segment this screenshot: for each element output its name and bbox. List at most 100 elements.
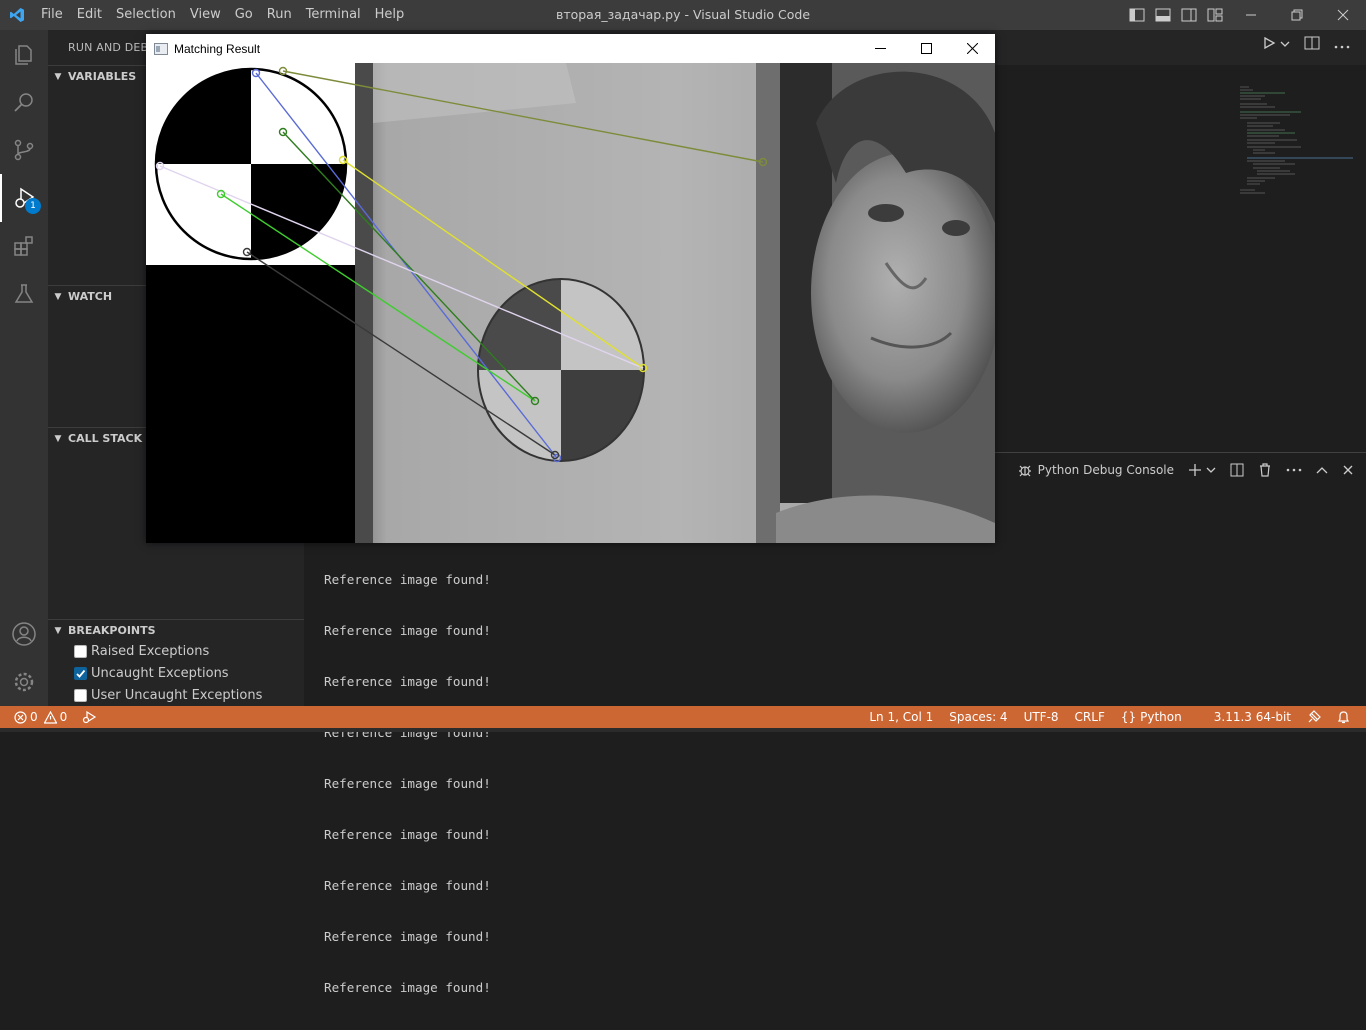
chevron-down-icon: ▼ (54, 291, 62, 302)
chevron-down-icon: ▼ (54, 71, 62, 82)
maximize-panel-icon[interactable] (1316, 465, 1328, 475)
customize-layout-icon[interactable] (1202, 0, 1228, 30)
breakpoint-uncaught-exceptions[interactable]: Uncaught Exceptions (74, 662, 229, 684)
debug-console-selector[interactable]: Python Debug Console (1017, 462, 1174, 478)
explorer-icon[interactable] (0, 30, 48, 78)
menu-edit[interactable]: Edit (70, 0, 109, 30)
debug-console-icon (1017, 462, 1033, 478)
testing-icon[interactable] (0, 270, 48, 318)
status-bar: 0 0 Ln 1, Col 1 Spaces: 4 UTF-8 CRLF {} … (0, 706, 1366, 728)
console-line: Reference image found! (324, 878, 491, 893)
breakpoint-user-uncaught-exceptions[interactable]: User Uncaught Exceptions (74, 684, 262, 706)
extensions-icon[interactable] (0, 222, 48, 270)
matching-window-titlebar[interactable]: Matching Result (146, 34, 995, 63)
camera-scene-image (355, 63, 995, 543)
section-watch-label: WATCH (68, 290, 113, 303)
warning-count: 0 (59, 710, 68, 724)
menu-go[interactable]: Go (228, 0, 260, 30)
close-panel-icon[interactable] (1342, 464, 1354, 476)
warning-icon (43, 710, 57, 724)
close-icon[interactable] (949, 34, 995, 63)
feature-matching-image (146, 63, 995, 543)
run-debug-icon[interactable]: 1 (0, 174, 48, 222)
account-icon[interactable] (0, 610, 48, 658)
console-line: Reference image found! (324, 623, 491, 638)
breakpoint-raised-exceptions[interactable]: Raised Exceptions (74, 640, 209, 662)
menu-file[interactable]: File (34, 0, 70, 30)
menu-view[interactable]: View (183, 0, 228, 30)
chevron-down-icon[interactable] (1280, 38, 1290, 53)
more-actions-icon[interactable] (1286, 468, 1302, 472)
new-terminal-icon[interactable] (1188, 463, 1216, 477)
problems-status[interactable]: 0 0 (14, 710, 67, 724)
chevron-down-icon: ▼ (54, 433, 62, 444)
title-bar: File Edit Selection View Go Run Terminal… (0, 0, 1366, 30)
chevron-down-icon: ▼ (54, 625, 62, 636)
panel-toolbar: Python Debug Console (1003, 459, 1354, 481)
run-file-icon[interactable] (1262, 36, 1276, 54)
error-count: 0 (30, 710, 38, 724)
section-call-stack-label: CALL STACK (68, 432, 143, 445)
close-window-icon[interactable] (1320, 0, 1366, 30)
user-uncaught-exceptions-checkbox[interactable] (74, 688, 87, 702)
matching-window-title: Matching Result (174, 41, 261, 56)
vscode-logo-icon (0, 0, 34, 30)
trash-icon[interactable] (1258, 463, 1272, 477)
activity-bar: 1 (0, 30, 48, 706)
console-line: Reference image found! (324, 674, 491, 689)
error-icon (14, 710, 27, 724)
search-icon[interactable] (0, 78, 48, 126)
menu-selection[interactable]: Selection (109, 0, 183, 30)
more-actions-icon[interactable] (1334, 38, 1350, 53)
toggle-secondary-sidebar-icon[interactable] (1176, 0, 1202, 30)
debug-status-icon[interactable] (81, 710, 97, 724)
end-of-line[interactable]: CRLF (1075, 710, 1105, 724)
feedback-icon[interactable] (1307, 710, 1321, 724)
split-editor-icon[interactable] (1304, 36, 1320, 54)
console-line: Reference image found! (324, 827, 491, 842)
maximize-icon[interactable] (903, 34, 949, 63)
language-mode[interactable]: {} Python (1121, 710, 1198, 724)
section-breakpoints-label: BREAKPOINTS (68, 624, 156, 637)
menu-help[interactable]: Help (368, 0, 412, 30)
source-control-icon[interactable] (0, 126, 48, 174)
bell-icon[interactable] (1337, 710, 1350, 724)
cursor-position[interactable]: Ln 1, Col 1 (869, 710, 933, 724)
breakpoint-label: Uncaught Exceptions (91, 665, 229, 681)
console-output: Reference image found! Reference image f… (324, 537, 491, 1030)
restore-icon[interactable] (1274, 0, 1320, 30)
indentation[interactable]: Spaces: 4 (949, 710, 1007, 724)
menu-run[interactable]: Run (260, 0, 299, 30)
matching-result-window[interactable]: Matching Result (146, 34, 995, 543)
split-terminal-icon[interactable] (1230, 463, 1244, 477)
console-line: Reference image found! (324, 776, 491, 791)
section-variables-label: VARIABLES (68, 70, 137, 83)
minimize-icon[interactable] (857, 34, 903, 63)
console-line: Reference image found! (324, 572, 491, 587)
encoding[interactable]: UTF-8 (1024, 710, 1059, 724)
editor-actions (1262, 36, 1350, 54)
sidebar-title: RUN AND DEBU (68, 41, 157, 54)
debug-console-name: Python Debug Console (1037, 463, 1174, 477)
settings-gear-icon[interactable] (0, 658, 48, 706)
menu-bar: File Edit Selection View Go Run Terminal… (34, 0, 411, 30)
console-line: Reference image found! (324, 980, 491, 995)
minimap[interactable] (1235, 82, 1355, 202)
section-breakpoints[interactable]: ▼ BREAKPOINTS (48, 619, 304, 641)
braces-icon: {} (1120, 710, 1137, 724)
menu-terminal[interactable]: Terminal (299, 0, 368, 30)
debug-badge: 1 (25, 198, 41, 214)
breakpoint-label: User Uncaught Exceptions (91, 687, 263, 703)
uncaught-exceptions-checkbox[interactable] (74, 666, 87, 680)
python-interpreter[interactable]: 3.11.3 64-bit (1214, 710, 1291, 724)
reference-target-pattern (154, 67, 348, 261)
breakpoint-label: Raised Exceptions (91, 643, 210, 659)
window-app-icon (154, 42, 168, 55)
language-label: Python (1140, 710, 1182, 724)
raised-exceptions-checkbox[interactable] (74, 644, 87, 658)
toggle-panel-icon[interactable] (1150, 0, 1176, 30)
taskbar-edge (0, 728, 1366, 732)
console-line: Reference image found! (324, 929, 491, 944)
toggle-primary-sidebar-icon[interactable] (1124, 0, 1150, 30)
minimize-icon[interactable] (1228, 0, 1274, 30)
